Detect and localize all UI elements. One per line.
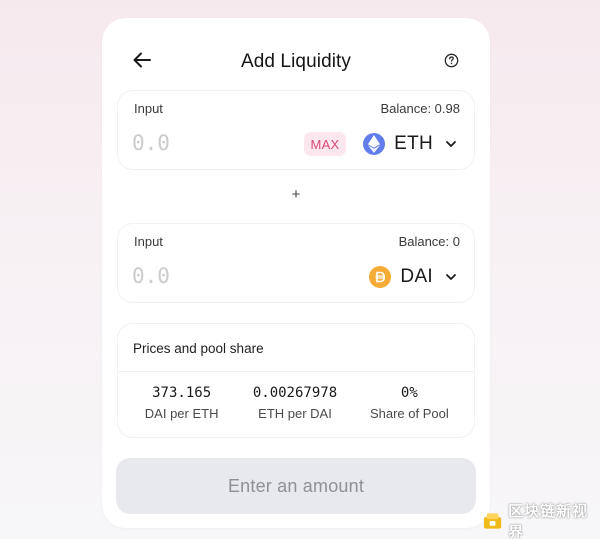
max-button[interactable]: MAX: [304, 132, 346, 156]
balance-text: Balance: 0.98: [380, 101, 460, 116]
stat-value: 373.165: [152, 385, 212, 401]
token-select-dai[interactable]: DAI: [369, 263, 458, 291]
stat-eth-per-dai: 0.00267978 ETH per DAI: [245, 385, 344, 421]
amount-input-eth[interactable]: [132, 129, 282, 157]
stat-label: ETH per DAI: [258, 406, 332, 421]
stat-dai-per-eth: 373.165 DAI per ETH: [118, 385, 245, 421]
stat-share-of-pool: 0% Share of Pool: [345, 385, 474, 421]
token-select-eth[interactable]: ETH: [363, 130, 458, 158]
divider: [118, 371, 474, 372]
pool-share-title: Prices and pool share: [133, 341, 264, 356]
input-panel-dai: Input Balance: 0 DAI: [117, 223, 475, 303]
input-label: Input: [134, 234, 163, 249]
amount-input-dai[interactable]: [132, 262, 282, 290]
watermark-logo-icon: [483, 513, 502, 529]
pool-stats: 373.165 DAI per ETH 0.00267978 ETH per D…: [118, 385, 474, 421]
balance-text: Balance: 0: [398, 234, 460, 249]
input-label: Input: [134, 101, 163, 116]
help-button[interactable]: [442, 51, 460, 69]
ethereum-logo-icon: [363, 133, 386, 155]
header: Add Liquidity: [102, 44, 490, 80]
chevron-down-icon: [446, 274, 456, 280]
input-panel-header: Input Balance: 0.98: [134, 101, 460, 116]
enter-amount-button[interactable]: Enter an amount: [116, 458, 476, 514]
arrow-left-icon: [133, 52, 151, 68]
watermark: 区块链新视界: [483, 500, 600, 539]
question-circle-icon: [444, 53, 458, 67]
plus-separator: +: [291, 186, 301, 203]
token-symbol: DAI: [400, 266, 433, 287]
token-symbol: ETH: [394, 133, 433, 154]
watermark-text: 区块链新视界: [508, 503, 589, 539]
stat-label: DAI per ETH: [144, 406, 219, 421]
back-button[interactable]: [130, 48, 154, 72]
pool-share-panel: Prices and pool share 373.165 DAI per ET…: [117, 323, 475, 438]
stat-value: 0%: [400, 385, 418, 401]
stat-value: 0.00267978: [252, 385, 338, 401]
add-liquidity-card: Add Liquidity Input Balance: 0.98 MAX: [102, 18, 490, 528]
dai-logo-icon: [369, 266, 392, 288]
chevron-down-icon: [446, 141, 456, 147]
input-panel-eth: Input Balance: 0.98 MAX ETH: [117, 90, 475, 170]
page-title: Add Liquidity: [240, 51, 352, 72]
stat-label: Share of Pool: [369, 406, 449, 421]
input-panel-header: Input Balance: 0: [134, 234, 460, 249]
